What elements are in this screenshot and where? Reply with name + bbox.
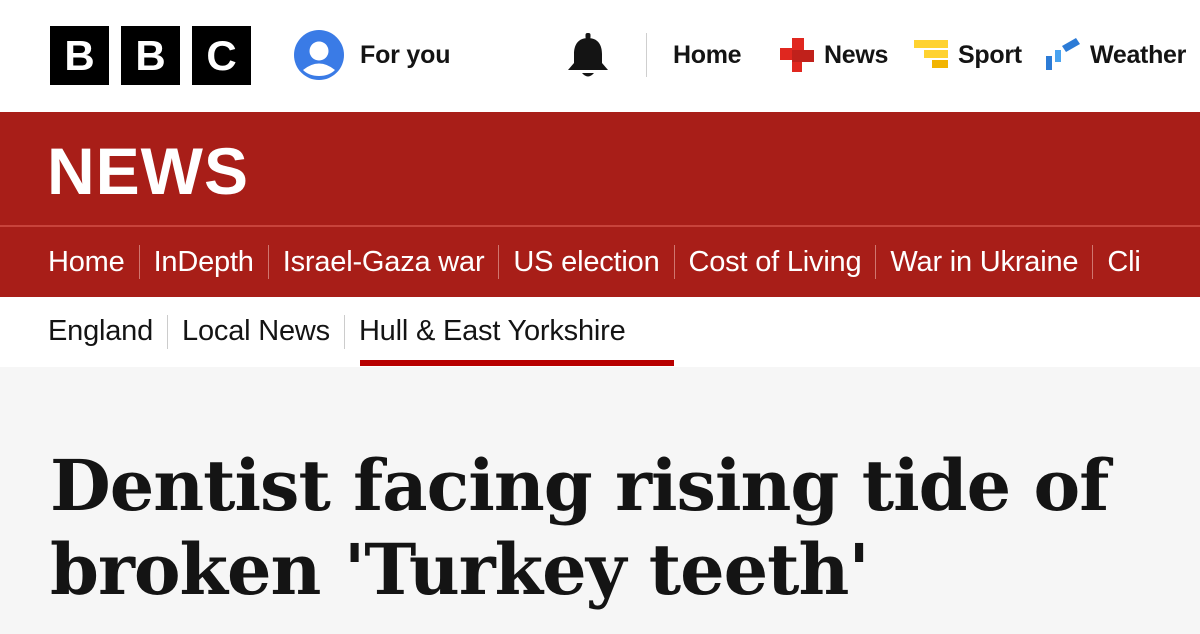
sport-bars-icon	[914, 40, 948, 68]
primary-nav-climate-truncated[interactable]: Cli	[1107, 246, 1140, 279]
primary-nav-us-election[interactable]: US election	[513, 246, 659, 279]
secondary-nav: England Local News Hull & East Yorkshire	[0, 297, 1200, 367]
masthead-nav-news-label: News	[824, 40, 889, 69]
masthead-nav-sport-label: Sport	[958, 40, 1022, 69]
news-squares-icon	[780, 38, 814, 72]
secondary-nav-local-news[interactable]: Local News	[182, 315, 330, 350]
bbc-logo-block-b1: B	[50, 26, 109, 85]
bbc-logo[interactable]: B B C	[50, 26, 251, 85]
user-avatar-icon	[294, 30, 344, 80]
primary-nav: Home InDepth Israel-Gaza war US election…	[0, 227, 1200, 297]
masthead-nav-weather-label: Weather	[1090, 40, 1187, 69]
bell-icon[interactable]	[565, 32, 611, 80]
secondary-nav-active-indicator	[360, 360, 674, 366]
primary-nav-home[interactable]: Home	[48, 246, 125, 279]
primary-nav-separator	[267, 245, 269, 279]
primary-nav-separator	[875, 245, 877, 279]
primary-nav-separator	[1092, 245, 1094, 279]
bbc-logo-block-b2: B	[121, 26, 180, 85]
news-wordmark[interactable]: NEWS	[47, 138, 249, 204]
primary-nav-separator	[498, 245, 500, 279]
secondary-nav-hull-east-yorkshire[interactable]: Hull & East Yorkshire	[359, 315, 626, 350]
masthead-nav-weather[interactable]: Weather	[1046, 30, 1186, 80]
secondary-nav-separator	[343, 315, 345, 349]
primary-nav-indepth[interactable]: InDepth	[154, 246, 254, 279]
bbc-logo-block-c: C	[192, 26, 251, 85]
article-headline: Dentist facing rising tide of broken 'Tu…	[50, 444, 1170, 612]
primary-nav-israel-gaza-war[interactable]: Israel-Gaza war	[283, 246, 485, 279]
masthead-nav-news[interactable]: News	[780, 30, 888, 80]
primary-nav-war-in-ukraine[interactable]: War in Ukraine	[890, 246, 1078, 279]
masthead-nav-home[interactable]: Home	[673, 30, 742, 80]
primary-nav-separator	[673, 245, 675, 279]
weather-icon	[1046, 38, 1080, 70]
masthead-divider	[646, 33, 647, 77]
primary-nav-cost-of-living[interactable]: Cost of Living	[689, 246, 862, 279]
article-headline-line-1: Dentist facing rising tide of	[50, 444, 1109, 527]
secondary-nav-england[interactable]: England	[48, 315, 153, 350]
masthead-nav-home-label: Home	[673, 40, 742, 69]
for-you-label: For you	[360, 40, 451, 69]
article-headline-line-2: broken 'Turkey teeth'	[50, 528, 870, 611]
for-you-button[interactable]: For you	[294, 30, 450, 80]
news-banner: NEWS	[0, 112, 1200, 225]
masthead-nav-sport[interactable]: Sport	[914, 30, 1022, 80]
bbc-masthead: B B C For you Home News Sport Weather	[0, 0, 1200, 112]
primary-nav-separator	[138, 245, 140, 279]
secondary-nav-separator	[167, 315, 169, 349]
